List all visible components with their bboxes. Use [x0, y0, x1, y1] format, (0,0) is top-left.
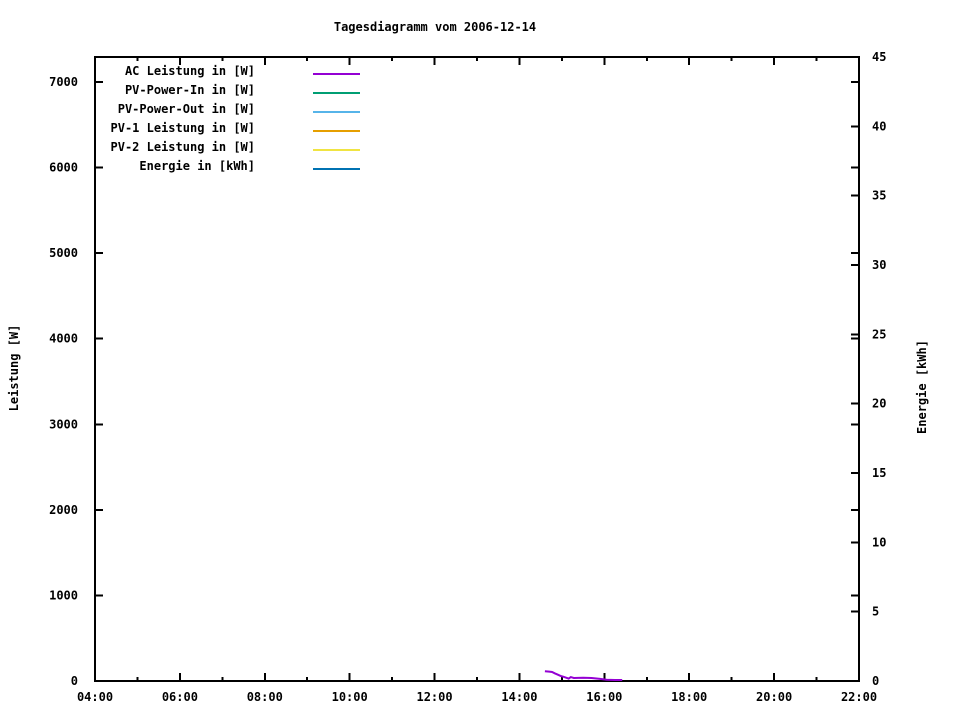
y-tick-label: 1000 [49, 588, 78, 602]
legend-label: PV-Power-Out in [W] [117, 102, 255, 116]
legend-label: PV-Power-In in [W] [124, 83, 255, 97]
y2-tick-label: 0 [872, 674, 879, 688]
y2-tick-label: 30 [872, 258, 886, 272]
legend-line [313, 73, 360, 75]
legend-label: PV-2 Leistung in [W] [110, 140, 256, 154]
legend-line [313, 92, 360, 94]
legend-label: AC Leistung in [W] [124, 64, 255, 78]
y-tick-label: 5000 [49, 246, 78, 260]
legend-label: PV-1 Leistung in [W] [110, 121, 256, 135]
x-tick-label: 06:00 [162, 690, 198, 704]
x-tick-label: 04:00 [77, 690, 113, 704]
y-tick-label: 7000 [49, 75, 78, 89]
y2-tick-label: 5 [872, 605, 879, 619]
x-tick-label: 12:00 [416, 690, 452, 704]
y2-tick-label: 45 [872, 50, 886, 64]
y-tick-label: 0 [71, 674, 78, 688]
legend-line [313, 130, 360, 132]
series-line-ac-leistung-in-w [544, 670, 623, 681]
y2-tick-label: 35 [872, 189, 886, 203]
y-tick-label: 2000 [49, 503, 78, 517]
y2-tick-label: 20 [872, 397, 886, 411]
gnuplot-day-diagram: Tagesdiagramm vom 2006-12-14 Leistung [W… [0, 0, 960, 720]
y2-tick-label: 10 [872, 535, 886, 549]
legend-label: Energie in [kWh] [139, 159, 255, 173]
y2-tick-label: 40 [872, 119, 886, 133]
y-tick-label: 3000 [49, 417, 78, 431]
y2-tick-label: 15 [872, 466, 886, 480]
x-tick-label: 22:00 [841, 690, 877, 704]
legend-line [313, 168, 360, 170]
x-tick-label: 16:00 [586, 690, 622, 704]
x-tick-label: 10:00 [332, 690, 368, 704]
legend-line [313, 149, 360, 151]
y2-tick-label: 25 [872, 327, 886, 341]
x-tick-label: 20:00 [756, 690, 792, 704]
x-tick-label: 18:00 [671, 690, 707, 704]
y-tick-label: 4000 [49, 332, 78, 346]
x-tick-label: 14:00 [501, 690, 537, 704]
y-tick-label: 6000 [49, 161, 78, 175]
x-tick-label: 08:00 [247, 690, 283, 704]
legend-line [313, 111, 360, 113]
